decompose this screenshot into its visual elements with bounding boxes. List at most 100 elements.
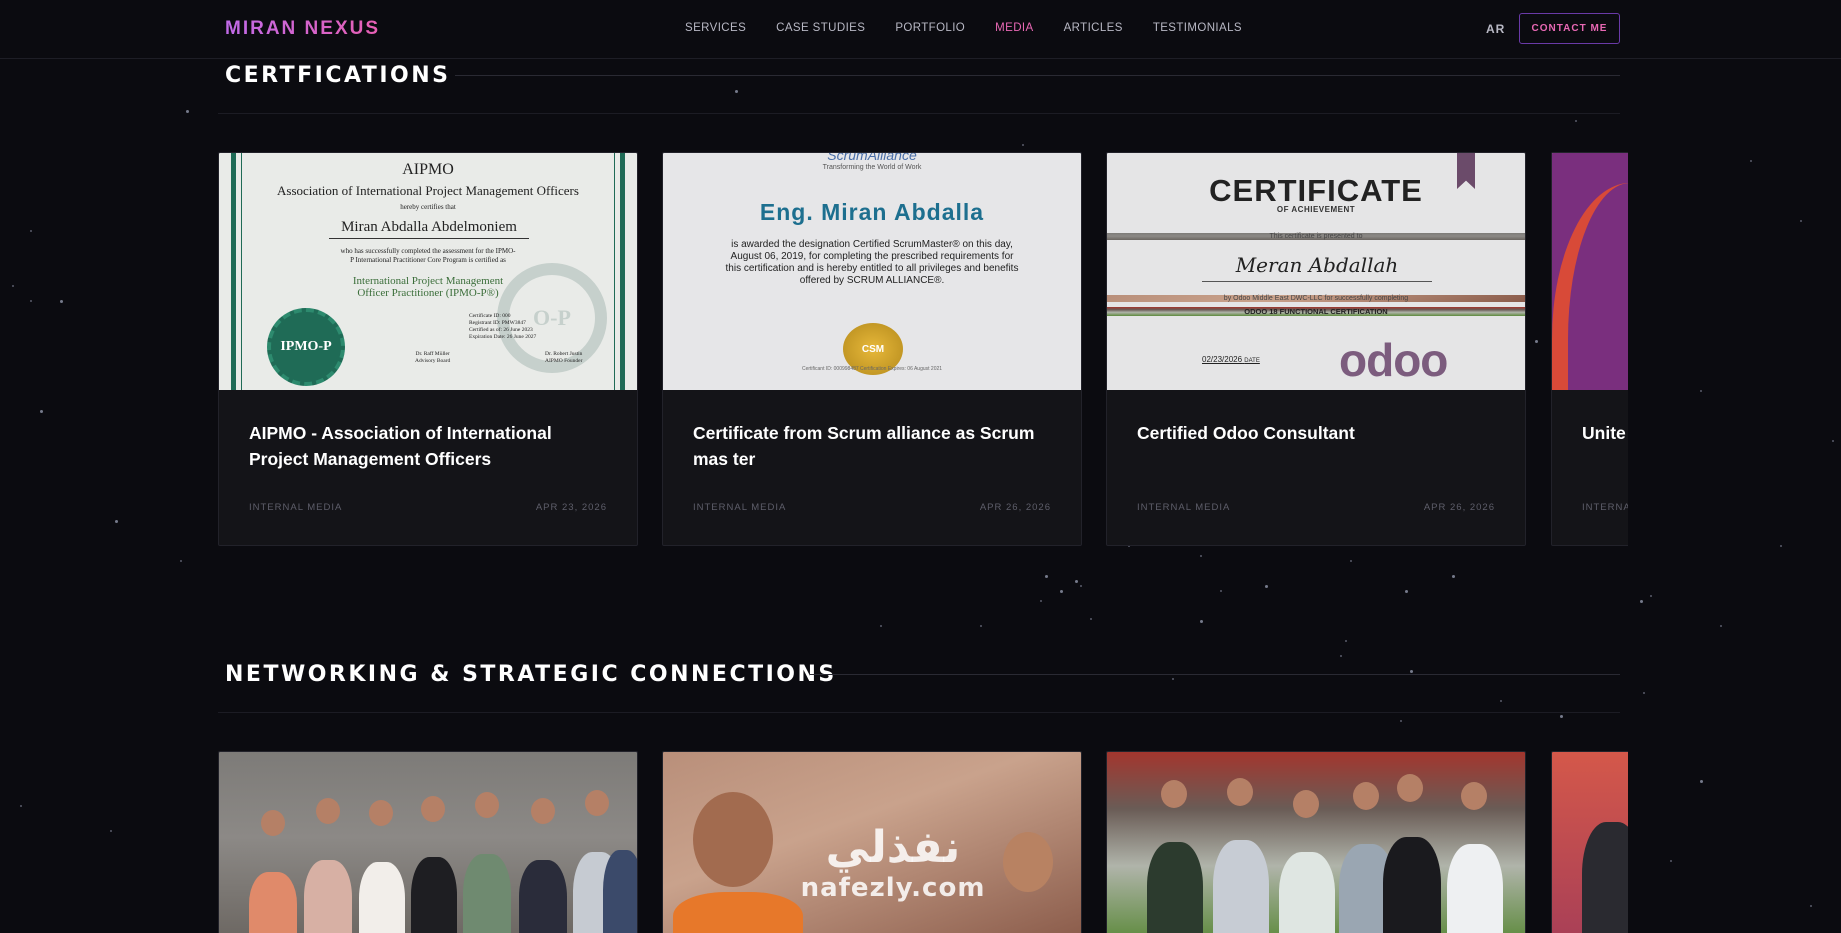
heading-divider xyxy=(810,674,1620,675)
networking-heading: NETWORKING & STRATEGIC CONNECTIONS xyxy=(225,662,837,687)
certification-card[interactable]: CERTIFICATE OF ACHIEVEMENT This certific… xyxy=(1106,152,1526,546)
card-date: APR 23, 2026 xyxy=(535,502,607,513)
section-divider xyxy=(218,113,1620,114)
odoo-logo: odoo xyxy=(1339,334,1448,386)
star xyxy=(1500,700,1502,702)
star xyxy=(1345,640,1347,642)
card-source: INTERNAL MEDIA xyxy=(1137,502,1231,513)
star xyxy=(1670,860,1672,862)
ipmo-seal-icon: IPMO-P xyxy=(267,308,345,386)
cert-course: ODOO 18 FUNCTIONAL CERTIFICATION xyxy=(1107,307,1525,316)
networking-photo-card[interactable] xyxy=(1106,751,1526,933)
cert-recipient: Miran Abdalla Abdelmoniem xyxy=(329,219,529,239)
star xyxy=(1400,720,1402,722)
top-navbar: MIRAN NEXUS SERVICES CASE STUDIES PORTFO… xyxy=(0,0,1841,59)
certificate-image: CERTIFICATE OF ACHIEVEMENT This certific… xyxy=(1107,153,1525,390)
star xyxy=(30,300,32,302)
cert-date-label: DATE xyxy=(1244,358,1260,364)
star xyxy=(1575,120,1577,122)
star xyxy=(1265,585,1268,588)
star xyxy=(1700,780,1703,783)
contact-me-button[interactable]: CONTACT ME xyxy=(1519,13,1620,44)
star xyxy=(1560,715,1563,718)
star xyxy=(1643,692,1645,694)
star xyxy=(1045,575,1048,578)
cert-date: 02/23/2026 DATE xyxy=(1202,355,1260,364)
star xyxy=(1080,585,1082,587)
certification-card[interactable]: O-P AIPMO Association of International P… xyxy=(218,152,638,546)
cert-signature-left: Dr. Raff Müller Advisory Board xyxy=(415,351,451,364)
star xyxy=(180,560,182,562)
group-photo xyxy=(1107,752,1525,933)
star xyxy=(1700,390,1702,392)
group-photo: نفذلي nafezly.com xyxy=(663,752,1081,933)
star xyxy=(20,805,22,807)
cert-details: Certificate ID: 000 Registrant ID: PMW38… xyxy=(469,313,537,340)
cert-brand: AIPMO xyxy=(402,161,454,178)
networking-photo-card[interactable]: نفذلي nafezly.com xyxy=(662,751,1082,933)
language-toggle[interactable]: AR xyxy=(1486,22,1505,36)
star xyxy=(1200,620,1203,623)
card-title[interactable]: Certified Odoo Consultant xyxy=(1137,420,1495,498)
card-source: INTERNA xyxy=(1582,502,1628,513)
watermark-english: nafezly.com xyxy=(800,873,986,903)
cert-body: who has successfully completed the asses… xyxy=(340,247,516,264)
star xyxy=(12,285,14,287)
star xyxy=(186,110,189,113)
star xyxy=(1220,590,1222,592)
nav-articles[interactable]: ARTICLES xyxy=(1064,22,1123,34)
star xyxy=(1410,670,1413,673)
certificate-image: ScrumAlliance Transforming the World of … xyxy=(663,153,1081,390)
cert-tagline: Transforming the World of Work xyxy=(822,164,922,171)
networking-photo-card[interactable] xyxy=(1551,751,1628,933)
star xyxy=(1075,580,1078,583)
cert-body: is awarded the designation Certified Scr… xyxy=(725,239,1019,286)
networking-photo-card[interactable] xyxy=(218,751,638,933)
nav-portfolio[interactable]: PORTFOLIO xyxy=(895,22,965,34)
card-source: INTERNAL MEDIA xyxy=(693,502,787,513)
cert-org: Association of International Project Man… xyxy=(277,183,579,198)
cert-date-value: 02/23/2026 xyxy=(1202,355,1243,364)
star xyxy=(1172,678,1174,680)
star xyxy=(1640,600,1643,603)
star xyxy=(1350,560,1352,562)
star xyxy=(1800,220,1802,222)
nav-testimonials[interactable]: TESTIMONIALS xyxy=(1153,22,1242,34)
nafezly-watermark: نفذلي nafezly.com xyxy=(793,822,993,903)
star xyxy=(1200,555,1202,557)
main-nav: SERVICES CASE STUDIES PORTFOLIO MEDIA AR… xyxy=(685,22,1272,34)
star xyxy=(1405,590,1408,593)
star xyxy=(1022,144,1024,146)
certification-card[interactable]: Unite INTERNA xyxy=(1551,152,1628,546)
site-logo[interactable]: MIRAN NEXUS xyxy=(225,18,380,40)
nav-services[interactable]: SERVICES xyxy=(685,22,746,34)
certification-card[interactable]: ScrumAlliance Transforming the World of … xyxy=(662,152,1082,546)
nav-case-studies[interactable]: CASE STUDIES xyxy=(776,22,865,34)
card-title[interactable]: Certificate from Scrum alliance as Scrum… xyxy=(693,420,1051,498)
star xyxy=(1452,575,1455,578)
group-photo xyxy=(219,752,637,933)
certificate-image xyxy=(1552,153,1628,390)
star xyxy=(1060,590,1063,593)
card-title[interactable]: AIPMO - Association of International Pro… xyxy=(249,420,607,498)
cert-signature-right: Dr. Robert Justin AIPMO Founder xyxy=(545,351,583,364)
card-date: APR 26, 2026 xyxy=(1423,502,1495,513)
cert-recipient: Meran Abdallah xyxy=(1202,253,1432,282)
nav-media[interactable]: MEDIA xyxy=(995,22,1033,34)
carousel-clip xyxy=(1551,751,1628,933)
star xyxy=(1650,595,1652,597)
heading-divider xyxy=(455,75,1620,76)
cert-presented: This certificate is presented to xyxy=(1107,233,1525,240)
star xyxy=(1535,340,1538,343)
certificate-image: O-P AIPMO Association of International P… xyxy=(219,153,637,390)
star xyxy=(40,410,43,413)
star xyxy=(1750,160,1752,162)
cert-issuer: by Odoo Middle East DWC-LLC for successf… xyxy=(1107,295,1525,302)
card-title[interactable]: Unite xyxy=(1582,420,1628,498)
star xyxy=(1340,655,1342,657)
card-source: INTERNAL MEDIA xyxy=(249,502,343,513)
cert-footer: Certificant ID: 000998487 Certification … xyxy=(801,366,943,372)
cert-designation: International Project Management Officer… xyxy=(352,275,504,299)
star xyxy=(1832,440,1834,442)
card-date: APR 26, 2026 xyxy=(979,502,1051,513)
